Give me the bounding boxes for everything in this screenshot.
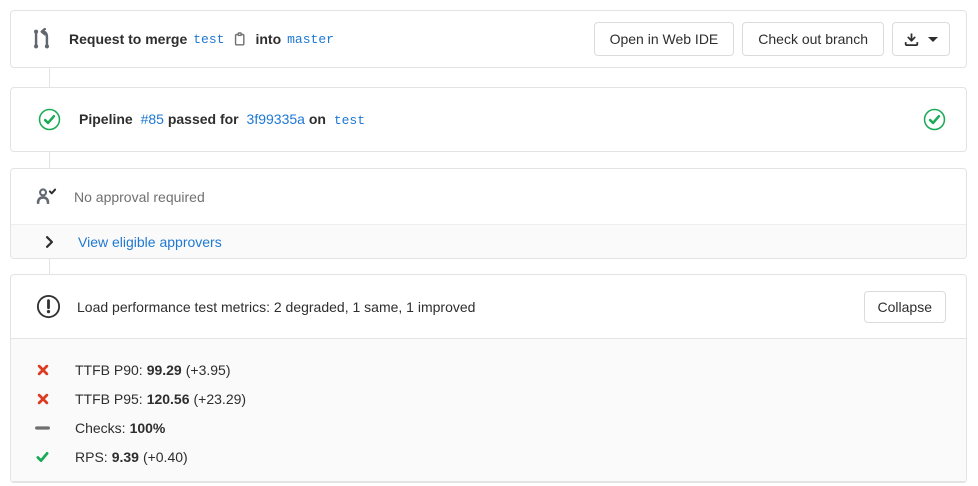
- collapse-button[interactable]: Collapse: [864, 291, 946, 323]
- metric-row: Checks:100%: [11, 413, 966, 442]
- approvals-card: No approval required View eligible appro…: [10, 168, 967, 259]
- merge-request-header-card: Request to merge test into master Open i…: [10, 10, 967, 68]
- metric-label: TTFB P95:: [75, 391, 143, 407]
- metric-delta: (+3.95): [186, 362, 231, 378]
- pipeline-status-success-icon: [38, 108, 61, 131]
- merge-request-icon: [32, 28, 52, 50]
- metric-row: TTFB P95:120.56(+23.29): [11, 384, 966, 413]
- metric-value: 99.29: [147, 362, 182, 378]
- metric-value: 120.56: [147, 391, 190, 407]
- section-connector: [49, 152, 50, 168]
- dash-icon: [35, 425, 50, 431]
- load-performance-metrics: TTFB P90:99.29(+3.95) TTFB P95:120.56(+2…: [11, 338, 966, 482]
- approval-user-check-icon: [36, 187, 57, 206]
- mr-widget: Request to merge test into master Open i…: [0, 0, 978, 483]
- metric-text: TTFB P95:120.56(+23.29): [75, 391, 246, 407]
- approval-status-row: No approval required: [11, 169, 966, 224]
- source-branch-link[interactable]: test: [193, 32, 224, 47]
- pipeline-mini-graph-stage-icon[interactable]: [923, 108, 946, 131]
- section-connector: [49, 68, 50, 87]
- pipeline-card: Pipeline #85 passed for 3f99335a on test: [10, 87, 967, 152]
- chevron-right-icon: [45, 236, 54, 248]
- commit-sha-link[interactable]: 3f99335a: [247, 111, 305, 127]
- metric-delta: (+23.29): [194, 391, 247, 407]
- metric-delta: (+0.40): [143, 449, 188, 465]
- view-eligible-approvers-row[interactable]: View eligible approvers: [11, 224, 966, 258]
- metric-label: TTFB P90:: [75, 362, 143, 378]
- load-performance-card: Load performance test metrics: 2 degrade…: [10, 274, 967, 483]
- merge-request-title: Request to merge test into master: [69, 31, 594, 47]
- metric-text: TTFB P90:99.29(+3.95): [75, 362, 230, 378]
- metric-label: RPS:: [75, 449, 108, 465]
- metric-text: Checks:100%: [75, 420, 169, 436]
- view-eligible-approvers-link[interactable]: View eligible approvers: [78, 234, 222, 250]
- load-performance-header: Load performance test metrics: 2 degrade…: [11, 275, 966, 338]
- passed-for-label: passed for: [168, 111, 239, 127]
- section-connector: [49, 259, 50, 274]
- pipeline-status-text: Pipeline #85 passed for 3f99335a on test: [79, 111, 923, 128]
- checkout-branch-button[interactable]: Check out branch: [742, 22, 884, 56]
- metric-text: RPS:9.39(+0.40): [75, 449, 188, 465]
- chevron-down-icon: [928, 37, 938, 42]
- x-icon: [35, 364, 50, 376]
- x-icon: [35, 393, 50, 405]
- load-performance-summary: Load performance test metrics: 2 degrade…: [77, 299, 864, 315]
- metric-value: 9.39: [112, 449, 139, 465]
- status-alert-icon: [36, 294, 61, 319]
- metric-label: Checks:: [75, 420, 126, 436]
- open-web-ide-button[interactable]: Open in Web IDE: [594, 22, 735, 56]
- approval-message: No approval required: [74, 189, 205, 205]
- pipeline-id-link[interactable]: #85: [141, 111, 164, 127]
- into-label: into: [255, 31, 281, 47]
- metric-row: RPS:9.39(+0.40): [11, 442, 966, 471]
- download-icon: [904, 32, 919, 47]
- target-branch-link[interactable]: master: [287, 32, 334, 47]
- pipeline-branch-link[interactable]: test: [334, 113, 365, 128]
- request-to-merge-label: Request to merge: [69, 31, 187, 47]
- pipeline-word: Pipeline: [79, 111, 133, 127]
- download-dropdown-button[interactable]: [892, 22, 950, 56]
- on-label: on: [309, 111, 326, 127]
- metric-value: 100%: [130, 420, 166, 436]
- metric-row: TTFB P90:99.29(+3.95): [11, 355, 966, 384]
- check-icon: [35, 451, 50, 463]
- copy-branch-button[interactable]: [232, 31, 247, 47]
